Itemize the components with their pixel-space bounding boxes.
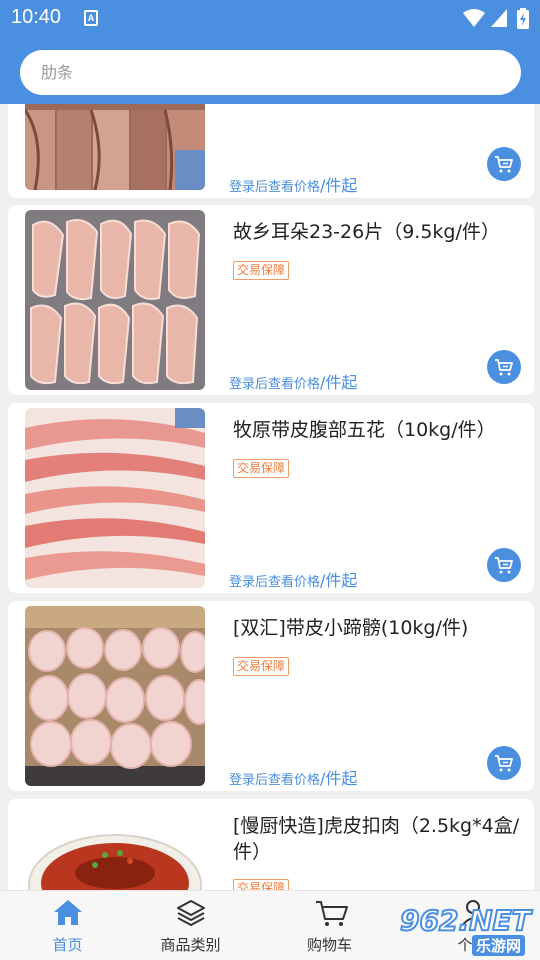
product-name[interactable]: 牧原带皮腹部五花（10kg/件）: [233, 417, 533, 443]
cart-icon: [495, 557, 513, 574]
home-icon: [53, 900, 82, 925]
product-card[interactable]: 故乡耳朵23-26片（9.5kg/件） 交易保障 登录后查看价格/件起: [8, 205, 534, 395]
trade-guarantee-badge: 交易保障: [233, 459, 290, 478]
tab-label: 首页: [52, 936, 83, 954]
price-unit: /件起: [320, 373, 358, 392]
product-image[interactable]: [25, 606, 205, 786]
signal-icon: [491, 9, 507, 27]
watermark-brand: 962.NET: [399, 903, 532, 938]
wifi-icon: [463, 9, 485, 27]
product-image[interactable]: [25, 408, 205, 588]
product-card[interactable]: 牧原带皮腹部五花（10kg/件） 交易保障 登录后查看价格/件起: [8, 403, 534, 593]
price-login-note[interactable]: 登录后查看价格/件起: [229, 765, 357, 789]
trade-guarantee-badge: 交易保障: [233, 879, 290, 890]
search-input[interactable]: [20, 50, 521, 95]
price-unit: /件起: [320, 176, 358, 195]
product-card[interactable]: 登录后查看价格/件起: [8, 104, 534, 198]
status-time: 10:40: [11, 6, 62, 28]
layers-icon: [176, 900, 205, 926]
status-bar: 10:40 A: [0, 0, 540, 36]
add-to-cart-button[interactable]: [487, 350, 521, 384]
product-image[interactable]: [25, 825, 205, 890]
price-login-note[interactable]: 登录后查看价格/件起: [229, 567, 357, 591]
tab-label: 商品类别: [160, 936, 221, 954]
cart-icon: [495, 359, 513, 376]
trade-guarantee-badge: 交易保障: [233, 657, 290, 676]
cart-icon: [315, 901, 348, 926]
product-name[interactable]: 故乡耳朵23-26片（9.5kg/件）: [233, 219, 533, 245]
tab-cart[interactable]: 购物车: [262, 891, 397, 960]
battery-charging-icon: [517, 8, 529, 29]
watermark-sub: 乐游网: [472, 935, 526, 956]
trade-guarantee-badge: 交易保障: [233, 261, 290, 280]
price-login-note[interactable]: 登录后查看价格/件起: [229, 172, 357, 196]
product-image[interactable]: [25, 210, 205, 390]
product-card[interactable]: [慢厨快造]虎皮扣肉（2.5kg*4盒/件） 交易保障: [8, 799, 534, 890]
price-login-note[interactable]: 登录后查看价格/件起: [229, 369, 357, 393]
add-to-cart-button[interactable]: [487, 548, 521, 582]
cart-icon: [495, 755, 513, 772]
header: 10:40 A: [0, 0, 540, 104]
product-name[interactable]: [双汇]带皮小蹄髈(10kg/件): [233, 615, 533, 641]
add-to-cart-button[interactable]: [487, 147, 521, 181]
price-unit: /件起: [320, 769, 358, 788]
product-name[interactable]: [慢厨快造]虎皮扣肉（2.5kg*4盒/件）: [233, 813, 533, 865]
add-to-cart-button[interactable]: [487, 746, 521, 780]
product-image[interactable]: [25, 104, 205, 190]
price-unit: /件起: [320, 571, 358, 590]
product-list[interactable]: 登录后查看价格/件起 故乡耳朵23-26片（9.5kg/件） 交易保障 登录后查…: [0, 104, 540, 890]
notification-icon: A: [84, 10, 98, 26]
cart-icon: [495, 156, 513, 173]
tab-categories[interactable]: 商品类别: [123, 891, 258, 960]
tab-home[interactable]: 首页: [0, 891, 135, 960]
search-bar[interactable]: [20, 50, 521, 95]
product-card[interactable]: [双汇]带皮小蹄髈(10kg/件) 交易保障 登录后查看价格/件起: [8, 601, 534, 791]
tab-label: 购物车: [306, 936, 352, 954]
site-watermark: 962.NET 乐游网: [399, 898, 535, 958]
